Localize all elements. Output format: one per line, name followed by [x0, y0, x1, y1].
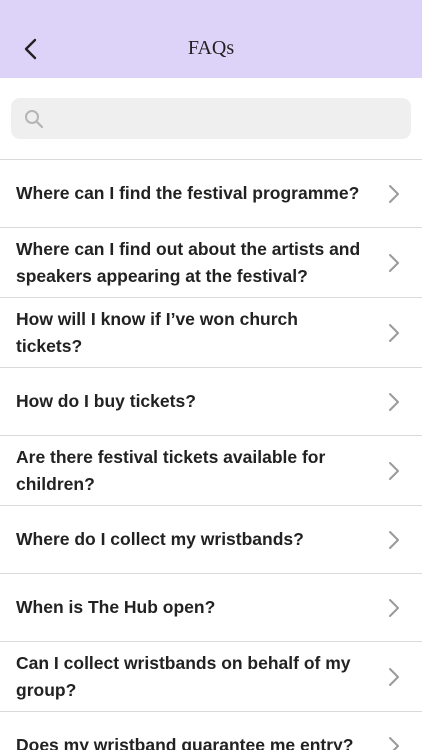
faq-item[interactable]: When is The Hub open?: [0, 574, 422, 642]
chevron-right-icon: [389, 461, 399, 480]
faq-question: How do I buy tickets?: [16, 391, 196, 411]
faq-question: Where can I find the festival programme?: [16, 183, 360, 203]
faq-item[interactable]: Can I collect wristbands on behalf of my…: [0, 642, 422, 712]
search-bar[interactable]: [11, 98, 411, 139]
faq-item[interactable]: Are there festival tickets available for…: [0, 436, 422, 506]
chevron-right-icon: [389, 667, 399, 686]
faq-question: How will I know if I’ve won church ticke…: [16, 308, 298, 356]
faq-item[interactable]: How do I buy tickets?: [0, 368, 422, 436]
chevron-right-icon: [389, 253, 399, 272]
faq-question: Does my wristband guarantee me entry?: [16, 735, 354, 750]
faq-item[interactable]: Does my wristband guarantee me entry?: [0, 712, 422, 750]
search-icon: [25, 109, 44, 128]
faq-list: Where can I find the festival programme?…: [0, 159, 422, 750]
chevron-right-icon: [389, 323, 399, 342]
faq-question: When is The Hub open?: [16, 597, 216, 617]
chevron-right-icon: [389, 392, 399, 411]
page-title: FAQs: [187, 37, 235, 59]
app-header: FAQs: [0, 0, 422, 78]
faq-item[interactable]: Where can I find out about the artists a…: [0, 228, 422, 298]
faq-question: Where do I collect my wristbands?: [16, 529, 304, 549]
faq-question: Where can I find out about the artists a…: [16, 238, 361, 286]
faq-item[interactable]: Where can I find the festival programme?: [0, 160, 422, 228]
faq-item[interactable]: Where do I collect my wristbands?: [0, 506, 422, 574]
faq-question: Are there festival tickets available for…: [16, 446, 326, 494]
chevron-right-icon: [389, 530, 399, 549]
search-input[interactable]: [44, 98, 411, 139]
chevron-right-icon: [389, 598, 399, 617]
faq-item[interactable]: How will I know if I’ve won church ticke…: [0, 298, 422, 368]
faq-question: Can I collect wristbands on behalf of my…: [16, 652, 351, 700]
chevron-right-icon: [389, 736, 399, 750]
chevron-right-icon: [389, 184, 399, 203]
